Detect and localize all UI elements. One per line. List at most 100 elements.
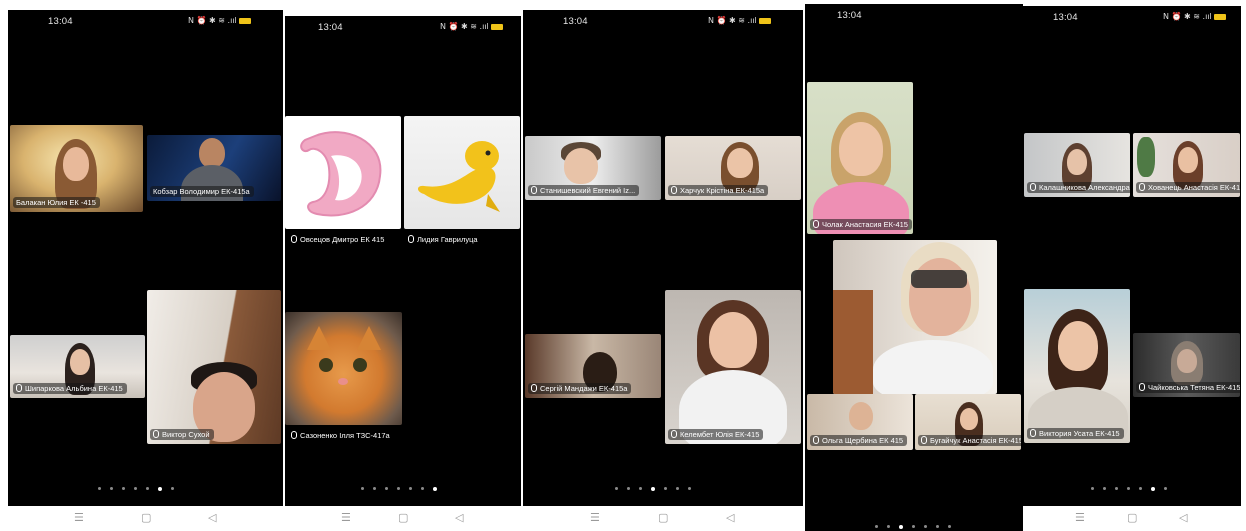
video-tile[interactable]: Хованець Анастасія ЕК-415а — [1133, 133, 1240, 197]
page-dot[interactable] — [1115, 487, 1118, 490]
home-button[interactable]: ▢ — [1127, 511, 1137, 524]
plant-decoration — [1137, 137, 1155, 177]
back-button[interactable]: ◁ — [1179, 511, 1187, 524]
video-tile[interactable]: Чолак Анастасия ЕК-415 — [807, 82, 913, 234]
status-time: 13:04 — [837, 10, 862, 21]
cat-nose — [338, 378, 348, 385]
page-indicator[interactable] — [615, 486, 691, 491]
page-dot[interactable] — [385, 487, 388, 490]
participant-face — [1178, 147, 1198, 173]
participant-name-label: Кобзар Володимир ЕК-415а — [150, 186, 254, 197]
page-dot[interactable] — [373, 487, 376, 490]
page-dot[interactable] — [134, 487, 137, 490]
video-tile[interactable] — [285, 312, 402, 425]
mic-icon — [671, 186, 677, 194]
page-dot[interactable] — [409, 487, 412, 490]
page-dot[interactable] — [1139, 487, 1142, 490]
page-dot-active[interactable] — [158, 486, 162, 491]
mic-icon — [291, 235, 297, 243]
nav-bar: ☰ ▢ ◁ — [523, 506, 803, 528]
video-tile[interactable]: Келембет Юлія ЕК-415 — [665, 290, 801, 444]
video-tile[interactable]: Станишевский Евгений Iz... — [525, 136, 661, 200]
status-bar: 13:04 N ⏰ ✱ ≋ .ııl — [1023, 6, 1241, 28]
status-time: 13:04 — [318, 22, 343, 33]
status-bar: 13:04 N ⏰ ✱ ≋ .ııl — [285, 16, 521, 38]
home-button[interactable]: ▢ — [658, 511, 668, 524]
video-tile[interactable] — [285, 116, 401, 229]
phone-screen-1: 13:04 N ⏰ ✱ ≋ .ııl Балакан Юлия ЕК -415 … — [8, 10, 283, 506]
page-dot[interactable] — [1127, 487, 1130, 490]
video-tile[interactable]: Бугайчук Анастасія ЕК-415А — [915, 394, 1021, 450]
page-dot[interactable] — [924, 525, 927, 528]
home-button[interactable]: ▢ — [141, 511, 151, 524]
status-icons: N ⏰ ✱ ≋ .ııl — [440, 22, 503, 31]
page-dot[interactable] — [1164, 487, 1167, 490]
video-tile[interactable]: Сергій Мандажи ЕК-415а — [525, 334, 661, 398]
page-dot[interactable] — [98, 487, 101, 490]
page-dot-active[interactable] — [651, 486, 655, 491]
video-tile[interactable] — [404, 116, 520, 229]
back-button[interactable]: ◁ — [726, 511, 734, 524]
page-indicator[interactable] — [361, 486, 437, 491]
page-dot[interactable] — [122, 487, 125, 490]
participant-face — [63, 147, 89, 181]
video-tile[interactable]: Чайковська Тетяна ЕК-415 — [1133, 333, 1240, 397]
cat-eye-right — [353, 358, 367, 372]
page-dot[interactable] — [615, 487, 618, 490]
mic-icon — [813, 220, 819, 228]
mic-icon — [921, 436, 927, 444]
recents-button[interactable]: ☰ — [590, 511, 600, 524]
page-dot[interactable] — [1103, 487, 1106, 490]
page-indicator[interactable] — [875, 524, 951, 529]
page-dot-active[interactable] — [899, 524, 903, 529]
home-button[interactable]: ▢ — [398, 511, 408, 524]
participant-face — [839, 122, 883, 176]
page-dot[interactable] — [361, 487, 364, 490]
page-dot[interactable] — [110, 487, 113, 490]
recents-button[interactable]: ☰ — [341, 511, 351, 524]
back-button[interactable]: ◁ — [455, 511, 463, 524]
video-tile[interactable] — [833, 240, 997, 394]
page-dot[interactable] — [676, 487, 679, 490]
page-indicator[interactable] — [1091, 486, 1167, 491]
video-tile[interactable]: Виктор Сухой — [147, 290, 281, 444]
video-tile[interactable]: Балакан Юлия ЕК -415 — [10, 125, 143, 212]
page-dot[interactable] — [171, 487, 174, 490]
participant-body — [873, 340, 993, 394]
page-dot[interactable] — [421, 487, 424, 490]
page-dot[interactable] — [887, 525, 890, 528]
page-dot[interactable] — [875, 525, 878, 528]
mic-icon — [1139, 183, 1145, 191]
page-dot[interactable] — [1091, 487, 1094, 490]
participant-name-label: Келембет Юлія ЕК-415 — [668, 429, 764, 440]
participant-name-label: Калашникова Александра... — [1027, 182, 1130, 193]
page-dot[interactable] — [397, 487, 400, 490]
video-tile[interactable]: Шипаркова Альбина ЕК-415 — [10, 335, 145, 398]
recents-button[interactable]: ☰ — [74, 511, 84, 524]
page-dot-active[interactable] — [433, 486, 437, 491]
page-dot-active[interactable] — [1151, 486, 1155, 491]
video-tile[interactable]: Калашникова Александра... — [1024, 133, 1130, 197]
page-dot[interactable] — [688, 487, 691, 490]
page-dot[interactable] — [146, 487, 149, 490]
page-dot[interactable] — [912, 525, 915, 528]
back-button[interactable]: ◁ — [208, 511, 216, 524]
page-dot[interactable] — [948, 525, 951, 528]
video-tile[interactable]: Виктория Усата ЕК-415 — [1024, 289, 1130, 443]
video-tile[interactable]: Ольга Щербина ЕК 415 — [807, 394, 913, 450]
phone-screen-4: 13:04 Чолак Анастасия ЕК-415 Ольга Щерби… — [805, 4, 1023, 531]
participant-face — [709, 312, 757, 368]
page-dot[interactable] — [627, 487, 630, 490]
participant-name-label: Сазоненко Ілля ТЗС-417а — [291, 431, 390, 440]
video-tile[interactable]: Кобзар Володимир ЕК-415а — [147, 135, 281, 201]
page-dot[interactable] — [936, 525, 939, 528]
page-dot[interactable] — [664, 487, 667, 490]
status-time: 13:04 — [563, 16, 588, 27]
status-icons: N ⏰ ✱ ≋ .ııl — [1163, 12, 1226, 21]
video-tile[interactable]: Харчук Крістіна ЕК-415а — [665, 136, 801, 200]
battery-icon — [490, 23, 503, 30]
recents-button[interactable]: ☰ — [1075, 511, 1085, 524]
page-indicator[interactable] — [98, 486, 174, 491]
page-dot[interactable] — [639, 487, 642, 490]
letter-d-avatar-icon — [300, 131, 382, 217]
